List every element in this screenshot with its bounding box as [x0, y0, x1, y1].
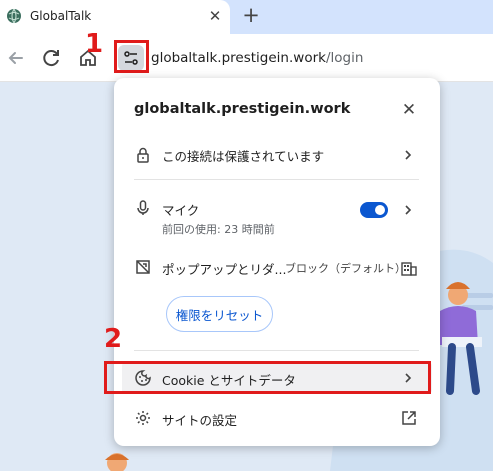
url-domain: globaltalk.prestigein.work [151, 50, 326, 66]
tab-globaltalk[interactable]: GlobalTalk ✕ [0, 0, 230, 34]
annotation-step-2: 2 [104, 324, 123, 354]
divider [134, 350, 419, 351]
permission-row-popups[interactable]: ポップアップとリダ... ブロック（デフォルト） [114, 256, 440, 280]
tab-title: GlobalTalk [30, 9, 92, 23]
toggle-knob [375, 205, 385, 215]
mic-label: マイク [162, 203, 200, 218]
address-bar[interactable]: globaltalk.prestigein.work/login [151, 50, 363, 66]
close-icon[interactable]: ✕ [205, 6, 225, 26]
gear-icon [136, 411, 150, 425]
open-external-icon [402, 411, 416, 425]
permission-row-mic[interactable]: マイク 前回の使用: 23 時間前 [114, 196, 440, 240]
globe-favicon-icon [7, 8, 21, 24]
connection-secure-row[interactable]: この接続は保護されています [114, 140, 440, 170]
url-path: /login [325, 50, 364, 66]
new-tab-icon[interactable]: + [240, 4, 262, 26]
microphone-icon [137, 200, 149, 215]
back-arrow-icon[interactable] [4, 46, 28, 70]
tab-strip: GlobalTalk ✕ + [0, 0, 493, 34]
popup-blocked-icon [136, 260, 150, 274]
toolbar: globaltalk.prestigein.work/login [0, 34, 493, 82]
divider [134, 179, 419, 180]
annotation-highlight-2 [104, 361, 431, 394]
chevron-right-icon [405, 150, 412, 160]
popup-domain: globaltalk.prestigein.work [134, 101, 351, 117]
close-icon[interactable]: ✕ [397, 98, 421, 122]
site-settings-row[interactable]: サイトの設定 [114, 406, 440, 430]
managed-building-icon [401, 262, 417, 276]
site-settings-label: サイトの設定 [162, 413, 238, 428]
annotation-step-1: 1 [85, 29, 104, 59]
annotation-highlight-1 [114, 40, 149, 73]
reload-icon[interactable] [40, 46, 64, 70]
lock-icon [137, 147, 149, 163]
popups-value: ブロック（デフォルト） [285, 262, 406, 275]
reset-permissions-button[interactable]: 権限をリセット [166, 296, 273, 332]
popups-label: ポップアップとリダ... [162, 262, 287, 277]
mic-last-used: 前回の使用: 23 時間前 [162, 223, 275, 236]
mic-toggle[interactable] [360, 202, 388, 218]
connection-label: この接続は保護されています [162, 149, 325, 164]
chevron-right-icon [405, 205, 412, 215]
